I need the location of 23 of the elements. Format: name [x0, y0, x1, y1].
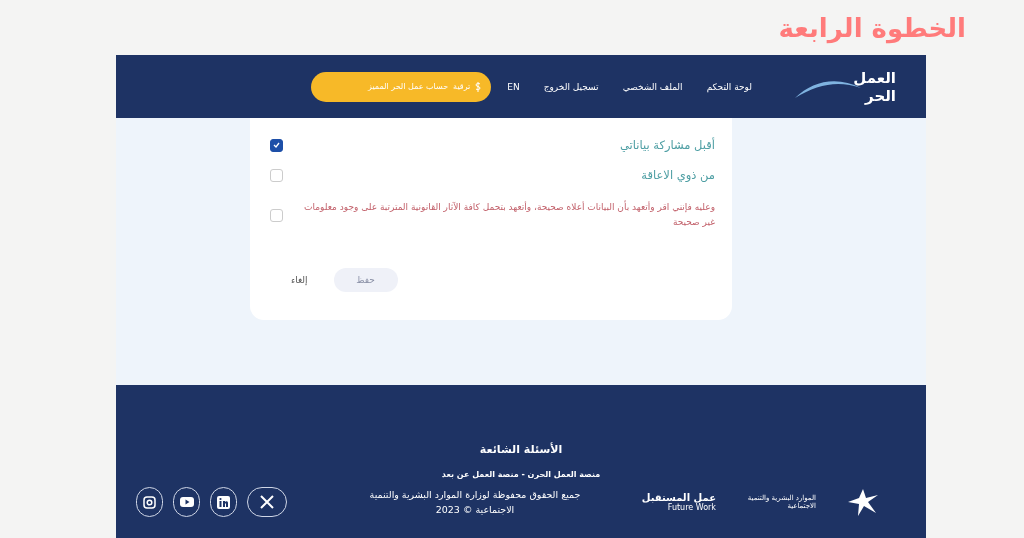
cancel-link[interactable]: إلغاء	[285, 274, 314, 286]
future-work-logo: عمل المستقبل	[641, 492, 716, 503]
checkbox-label: أقبل مشاركة بياناتي	[620, 137, 715, 153]
check-icon	[273, 142, 280, 148]
nav-link[interactable]: لوحة التحكم	[706, 81, 752, 92]
linkedin-icon	[217, 495, 230, 509]
dollar-icon	[475, 81, 482, 92]
faq-link[interactable]: الأسئلة الشائعة	[479, 443, 563, 456]
instagram-icon	[143, 495, 156, 509]
nav-link[interactable]: تسجيل الخروج	[543, 81, 599, 92]
copyright-text: جميع الحقوق محفوظة لوزارة الموارد البشرية والتنمية الاجتماعية © 2023	[368, 488, 582, 517]
checkbox-label: من ذوي الاعاقة	[641, 167, 715, 183]
page-heading: الخطوة الرابعة	[778, 12, 966, 43]
checkbox-label: وعليه فإنني اقر وأتعهد بأن البيانات أعلاه صحيحة، وأتعهد بتحمل كافة الآثار القانونية المترتبة على وجود معلومات غير صحيحة	[303, 200, 715, 229]
footer-tagline: منصة العمل الحرن - منصة العمل عن بعد	[441, 470, 601, 479]
palm-logo-icon	[846, 487, 880, 517]
nav-link[interactable]: EN	[507, 81, 520, 92]
play-icon	[179, 497, 194, 507]
checkbox[interactable]	[270, 138, 283, 152]
x-icon	[260, 495, 274, 509]
nav-link[interactable]: الملف الشخصي	[622, 81, 683, 92]
platform-logo[interactable]: العمل الحر	[853, 68, 896, 105]
future-work-caption: Future Work	[667, 503, 716, 512]
